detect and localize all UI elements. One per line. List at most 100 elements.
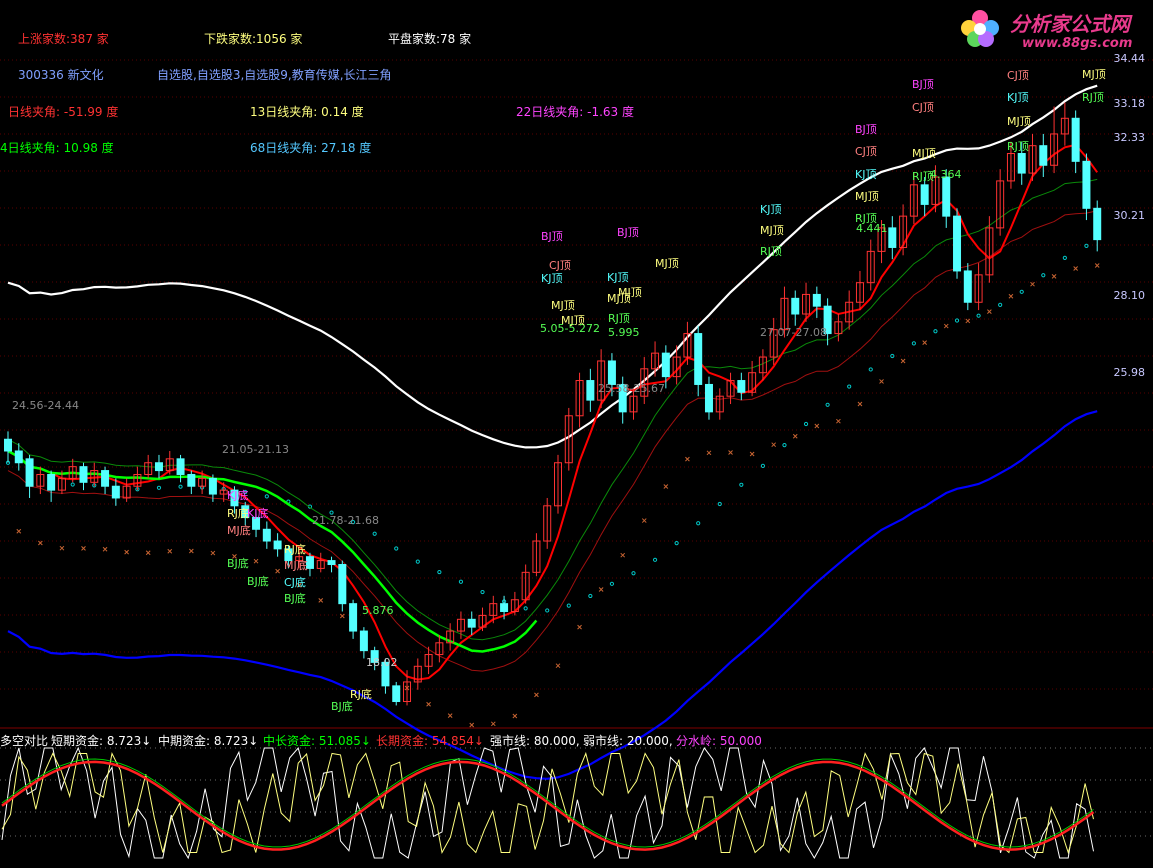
orange-x-mark (253, 558, 259, 564)
signal-bottom: MJ底 (227, 524, 251, 537)
orange-x-mark (577, 624, 582, 630)
candle-body (791, 297, 800, 315)
value-annotation: 4.364 (930, 168, 962, 181)
orange-x-mark (275, 568, 280, 574)
orange-x-mark (749, 451, 755, 457)
range-annotation: 25.58-25.67 (598, 382, 665, 395)
candle-body (14, 450, 23, 464)
candle-body (154, 462, 163, 472)
signal-top: BJ顶 (912, 78, 934, 91)
cyan-dot-mark (998, 302, 1003, 307)
orange-x-mark (145, 550, 151, 556)
candle-body (273, 540, 282, 550)
signal-bottom: BJ底 (247, 575, 269, 588)
angle-68: 68日线夹角: 27.18 度 (250, 141, 372, 155)
orange-x-mark (490, 721, 496, 727)
candle-body (187, 473, 196, 487)
orange-x-mark (1008, 293, 1014, 299)
orange-x-mark (987, 309, 992, 314)
signal-bottom: BJ底 (227, 557, 249, 570)
indicator-divide: 分水岭: 50.000 (676, 734, 762, 748)
orange-x-mark (836, 418, 841, 424)
orange-x-mark (598, 587, 604, 592)
candle-body (349, 603, 358, 632)
candle-body (661, 352, 670, 378)
candle-body (737, 380, 746, 393)
orange-x-mark (1030, 281, 1035, 287)
candle-body (812, 293, 821, 307)
candle-body (607, 360, 616, 385)
candle-body (1071, 117, 1080, 162)
cyan-dot-mark (911, 341, 916, 346)
range-annotation: 24.56-24.44 (12, 399, 79, 412)
signal-top: MJ顶 (912, 147, 936, 160)
orange-x-mark (1073, 266, 1079, 271)
signal-top: MJ顶 (1082, 68, 1106, 81)
candle-body (694, 333, 703, 385)
range-annotation: 21.78-21.68 (312, 514, 379, 527)
signal-top: KJ顶 (607, 271, 629, 284)
signal-top: MJ顶 (561, 314, 585, 327)
signal-top: MJ顶 (655, 257, 679, 270)
orange-x-mark (555, 663, 561, 669)
cyan-dot-mark (868, 367, 873, 372)
flower-logo-icon (961, 10, 999, 47)
orange-x-mark (814, 423, 820, 429)
cyan-dot-mark (674, 541, 679, 546)
up-count: 上涨家数:387 家 (18, 32, 109, 46)
orange-x-mark (102, 546, 108, 552)
orange-x-mark (188, 548, 194, 554)
orange-x-mark (900, 358, 906, 364)
candle-body (888, 227, 897, 248)
indicator-title: 多空对比 (0, 734, 49, 748)
signal-top: RJ顶 (912, 170, 934, 183)
price-tick: 25.98 (1113, 366, 1146, 379)
cyan-dot-mark (156, 485, 162, 490)
orange-x-mark (857, 401, 863, 407)
down-count: 下跌家数:1056 家 (204, 32, 303, 46)
price-tick: 32.33 (1113, 131, 1146, 144)
candle-body (392, 685, 401, 703)
indicator-long: 长期资金: 54.854↓ (376, 734, 484, 748)
orange-x-mark (1051, 274, 1057, 279)
orange-x-mark (167, 548, 173, 554)
signal-bottom: RJ底 (284, 543, 306, 556)
orange-x-mark (210, 550, 216, 556)
cyan-dot-mark (415, 559, 420, 564)
orange-x-mark (81, 546, 86, 551)
orange-x-mark (706, 450, 712, 456)
orange-x-mark (37, 540, 43, 546)
range-annotation: 27.07-27.08 (760, 326, 827, 339)
cyan-dot-mark (652, 557, 658, 562)
orange-x-mark (641, 518, 647, 523)
candle-body (963, 270, 972, 303)
signal-top: RJ顶 (1082, 91, 1104, 104)
cyan-dot-mark (976, 313, 981, 318)
cyan-dot-mark (523, 606, 528, 611)
value-annotation: 5.995 (608, 326, 640, 339)
orange-x-mark (318, 597, 324, 603)
signal-top: RJ顶 (608, 312, 630, 325)
orange-x-mark (447, 713, 453, 719)
stock-label: 300336 新文化 (18, 68, 104, 82)
orange-x-mark (16, 528, 22, 534)
cyan-dot-mark (717, 501, 722, 507)
cyan-dot-mark (631, 571, 636, 576)
cyan-dot-mark (1019, 289, 1024, 294)
signal-top: KJ顶 (855, 168, 877, 181)
candle-body (953, 215, 962, 272)
signal-top: BJ顶 (617, 226, 639, 239)
orange-x-mark (512, 713, 518, 719)
signal-top: BJ顶 (541, 230, 563, 243)
cyan-dot-mark (70, 482, 75, 487)
logo-name: 分析家公式网 (1010, 12, 1130, 36)
candle-body (208, 477, 217, 495)
cyan-dot-mark (825, 402, 830, 407)
candle-body (942, 176, 951, 217)
cyan-dot-mark (458, 579, 464, 584)
signal-bottom: BJ底 (284, 592, 306, 605)
range-annotation: 21.05-21.13 (222, 443, 289, 456)
orange-x-mark (339, 613, 345, 619)
orange-x-mark (1094, 263, 1100, 268)
candle-body (327, 560, 336, 566)
